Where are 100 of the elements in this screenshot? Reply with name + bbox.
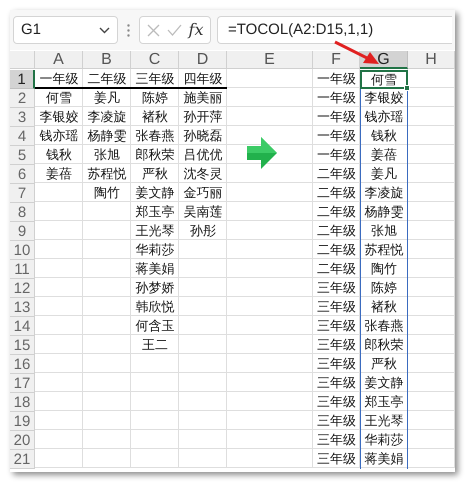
table-cell: 褚秋 (360, 298, 408, 317)
table-cell-text: 褚秋 (141, 108, 169, 126)
column-header[interactable]: H (408, 51, 455, 69)
row-header[interactable]: 15 (10, 336, 35, 355)
table-cell-text: 一年级 (316, 89, 357, 107)
row-header[interactable]: 11 (10, 260, 35, 279)
row-header[interactable]: 21 (10, 450, 35, 469)
table-cell-text: 施美丽 (182, 89, 224, 107)
formula-text: =TOCOL(A2:D15,1,1) (228, 20, 374, 40)
table-cell-text: 李凌旋 (86, 108, 128, 126)
table-cell: 二年级 (83, 70, 131, 89)
row-header[interactable]: 10 (10, 241, 35, 260)
row-header[interactable]: 6 (10, 165, 35, 184)
column-header[interactable]: C (131, 51, 179, 69)
table-cell-text: 蒋美娟 (134, 260, 176, 278)
table-cell-text: 二年级 (316, 222, 357, 240)
row-header[interactable]: 20 (10, 431, 35, 450)
table-cell-text: 孙开萍 (182, 108, 224, 126)
table-cell-text: 三年级 (316, 450, 357, 468)
table-cell: 华莉莎 (360, 431, 408, 450)
table-cell-text: 三年级 (316, 298, 357, 316)
table-cell-text: 一年级 (316, 146, 357, 164)
table-cell: 张旭 (360, 222, 408, 241)
column-header[interactable]: D (179, 51, 227, 69)
table-cell-text: 三年级 (316, 279, 357, 297)
table-cell-text: 陶竹 (93, 184, 121, 202)
row-header[interactable]: 5 (10, 146, 35, 165)
table-cell: 李银姣 (360, 89, 408, 108)
row-header[interactable]: 1 (10, 70, 35, 89)
table-cell-text: 孙梦娇 (134, 279, 176, 297)
table-cell: 钱秋 (360, 127, 408, 146)
name-box-text: G1 (21, 20, 42, 40)
insert-function-button[interactable]: fx (188, 22, 204, 38)
table-cell: 一年级 (35, 70, 83, 89)
table-cell-text: 韩欣悦 (134, 298, 176, 316)
table-cell: 郎秋荣 (360, 336, 408, 355)
table-cell-text: 金巧丽 (182, 184, 224, 202)
row-header[interactable]: 4 (10, 127, 35, 146)
check-icon[interactable] (166, 24, 182, 36)
select-all-corner[interactable] (10, 51, 35, 69)
row-header[interactable]: 3 (10, 108, 35, 127)
table-cell-text: 吕优优 (182, 146, 224, 164)
column-header[interactable]: A (35, 51, 83, 69)
table-cell-text: 三年级 (316, 393, 357, 411)
cancel-icon[interactable] (146, 24, 160, 36)
table-cell: 郑玉亭 (360, 393, 408, 412)
chevron-down-icon (99, 26, 110, 34)
row-header[interactable]: 16 (10, 355, 35, 374)
table-cell-text: 孙彤 (189, 222, 217, 240)
row-header[interactable]: 2 (10, 89, 35, 108)
table-cell-text: 郑玉亭 (134, 203, 176, 221)
table-cell-text: 二年级 (316, 184, 357, 202)
table-cell-text: 二年级 (316, 260, 357, 278)
row-header[interactable]: 17 (10, 374, 35, 393)
formula-field[interactable]: =TOCOL(A2:D15,1,1) (217, 16, 452, 44)
fill-handle[interactable] (404, 85, 410, 91)
row-header[interactable]: 18 (10, 393, 35, 412)
table-cell: 李凌旋 (360, 184, 408, 203)
table-cell: 陶竹 (360, 260, 408, 279)
table-cell-text: 陈婷 (141, 89, 169, 107)
table-cell-text: 姜文静 (134, 184, 176, 202)
table-cell: 姜蓓 (360, 146, 408, 165)
table-cell: 蒋美娟 (360, 450, 408, 469)
column-header[interactable]: E (227, 51, 313, 69)
table-cell-text: 姜凡 (93, 89, 121, 107)
column-header[interactable]: F (313, 51, 360, 69)
table-cell-text: 三年级 (316, 374, 357, 392)
table-cell-text: 华莉莎 (134, 241, 176, 259)
table-cell-text: 沈冬灵 (182, 165, 224, 183)
row-header[interactable]: 14 (10, 317, 35, 336)
column-header[interactable]: B (83, 51, 131, 69)
table-cell: 苏程悦 (360, 241, 408, 260)
drag-handle-icon (127, 24, 130, 36)
table-cell-text: 杨静雯 (86, 127, 128, 145)
table-cell: 何雪 (360, 70, 408, 89)
table-cell: 钱亦瑶 (360, 108, 408, 127)
table-cell: 陈婷 (360, 279, 408, 298)
table-cell-text: 苏程悦 (86, 165, 128, 183)
name-box[interactable]: G1 (13, 16, 118, 44)
table-cell-text: 孙晓磊 (182, 127, 224, 145)
row-header[interactable]: 19 (10, 412, 35, 431)
table-cell-text: 钱秋 (45, 146, 73, 164)
table-cell-text: 王光琴 (134, 222, 176, 240)
table-cell-text: 姜蓓 (45, 165, 73, 183)
row-header[interactable]: 7 (10, 184, 35, 203)
row-header[interactable]: 9 (10, 222, 35, 241)
table-cell-text: 何含玉 (134, 317, 176, 335)
table-cell: 三年级 (131, 70, 179, 89)
table-cell: 四年级 (179, 70, 227, 89)
table-cell-text: 王二 (141, 336, 169, 354)
table-cell-text: 严秋 (141, 165, 169, 183)
row-header[interactable]: 13 (10, 298, 35, 317)
table-cell: 王光琴 (360, 412, 408, 431)
row-header[interactable]: 12 (10, 279, 35, 298)
table-cell-text: 何雪 (45, 89, 73, 107)
table-cell-text: 三年级 (316, 431, 357, 449)
row-header[interactable]: 8 (10, 203, 35, 222)
table-cell: 严秋 (360, 355, 408, 374)
table-cell-text: 钱亦瑶 (38, 127, 80, 145)
table-cell-text: 三年级 (316, 355, 357, 373)
